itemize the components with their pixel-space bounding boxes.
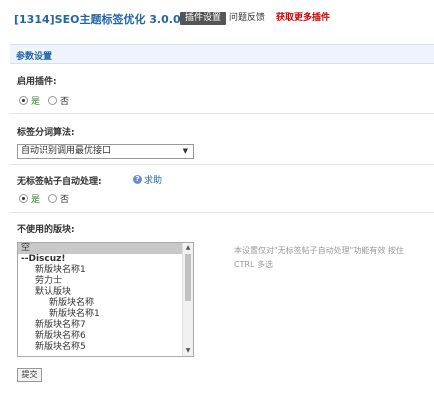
chevron-down-icon: ▼	[182, 147, 188, 155]
enable-plugin-label: 启用插件:	[17, 77, 57, 87]
no-tag-auto-no-label[interactable]: 否	[60, 192, 69, 205]
tab-feedback[interactable]: 问题反馈	[229, 12, 265, 25]
section-header: 参数设置	[10, 44, 434, 64]
no-tag-auto-no-radio[interactable]	[48, 193, 58, 203]
forum-option[interactable]: 新版块名称6	[18, 331, 183, 342]
tab-plugin-settings[interactable]: 插件设置	[180, 12, 227, 25]
submit-button[interactable]: 提交	[17, 368, 42, 382]
help-link-text[interactable]: 求助	[144, 173, 162, 186]
no-tag-auto-yes-radio[interactable]	[19, 193, 28, 203]
divider	[10, 113, 434, 114]
tab-more-plugins[interactable]: 获取更多插件	[276, 12, 330, 25]
scroll-down-icon[interactable]: ▼	[183, 346, 193, 356]
enable-plugin-yes-radio[interactable]	[19, 95, 28, 105]
segmentation-label: 标签分词算法:	[17, 128, 75, 138]
enable-plugin-no-label[interactable]: 否	[60, 94, 69, 107]
divider	[10, 212, 434, 213]
scrollbar-thumb[interactable]	[185, 254, 191, 301]
segmentation-select[interactable]: 自动识别调用最优接口 ▼	[17, 144, 194, 159]
no-tag-auto-label: 无标签帖子自动处理:	[17, 177, 102, 187]
forum-option[interactable]: --Discuz!	[18, 254, 183, 265]
forum-option[interactable]: 新版块名称1	[18, 265, 183, 276]
section-title: 参数设置	[16, 52, 53, 62]
forum-options: 空 --Discuz! 新版块名称1 劳力士 默认版块 新版块名称 新版块名称1 新版块名称7…	[18, 243, 183, 353]
help-link[interactable]: ? 求助	[133, 173, 162, 186]
unused-forums-note: 本设置仅对"无标签帖子自动处理"功能有效 按住 CTRL 多选	[234, 246, 404, 269]
forum-option[interactable]: 新版块名称	[18, 298, 183, 309]
plugin-header: [1314]SEO主题标签优化 3.0.0 插件设置 问题反馈 获取更多插件	[0, 0, 434, 34]
unused-forums-label: 不使用的版块:	[17, 225, 75, 235]
help-icon: ?	[133, 175, 142, 184]
forum-option[interactable]: 新版块名称1	[18, 309, 183, 320]
no-tag-auto-radio-group: 是 否	[19, 192, 77, 205]
enable-plugin-no-radio[interactable]	[48, 95, 58, 105]
enable-plugin-radio-group: 是 否	[19, 94, 77, 107]
forum-option[interactable]: 劳力士	[18, 276, 183, 287]
scroll-up-icon[interactable]: ▲	[183, 243, 193, 253]
enable-plugin-yes-label[interactable]: 是	[31, 94, 40, 107]
unused-forums-multiselect[interactable]: 空 --Discuz! 新版块名称1 劳力士 默认版块 新版块名称 新版块名称1 新版块名称7…	[17, 242, 194, 357]
plugin-title: [1314]SEO主题标签优化 3.0.0	[14, 13, 181, 26]
segmentation-select-value: 自动识别调用最优接口	[21, 146, 112, 156]
no-tag-auto-yes-label[interactable]: 是	[31, 192, 40, 205]
forum-option[interactable]: 空	[18, 243, 183, 254]
divider	[10, 164, 434, 165]
forum-option[interactable]: 默认版块	[18, 287, 183, 298]
forum-option[interactable]: 新版块名称7	[18, 320, 183, 331]
scrollbar[interactable]: ▲ ▼	[182, 243, 193, 356]
forum-option[interactable]: 新版块名称5	[18, 342, 183, 353]
